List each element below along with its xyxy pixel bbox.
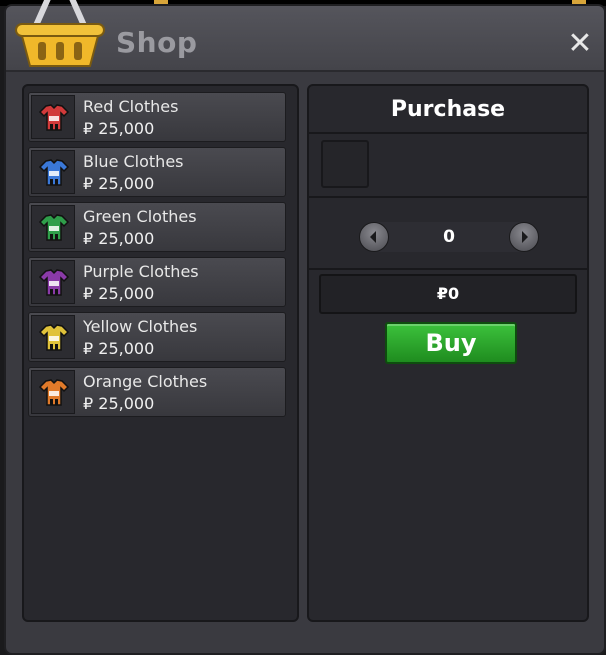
purchase-panel: Purchase 0 ₽0 Buy [307,84,589,622]
chevron-right-icon [522,231,528,243]
selected-item-slot [321,140,369,188]
item-name: Orange Clothes [83,372,208,391]
item-name: Purple Clothes [83,262,199,281]
shirt-icon [38,324,70,351]
item-price: ₽ 25,000 [83,174,155,193]
shirt-icon [38,159,70,186]
item-name: Green Clothes [83,207,197,226]
item-thumbnail [31,315,75,359]
shop-item[interactable]: Yellow Clothes ₽ 25,000 [28,312,286,362]
shirt-icon [38,214,70,241]
item-price: ₽ 25,000 [83,284,155,303]
shirt-icon [38,269,70,296]
decrease-quantity-button[interactable] [359,222,389,252]
shop-window: Shop ✕ Red Clothes ₽ 25,000 Blue Clothes ₽ … [4,4,606,655]
item-price: ₽ 25,000 [83,119,155,138]
shop-item[interactable]: Red Clothes ₽ 25,000 [28,92,286,142]
shirt-icon [38,379,70,406]
purchase-header: Purchase [309,86,587,134]
item-price: ₽ 25,000 [83,229,155,248]
window-title: Shop [116,26,198,59]
item-thumbnail [31,370,75,414]
item-list-panel: Red Clothes ₽ 25,000 Blue Clothes ₽ 25,000 G… [22,84,299,622]
item-price: ₽ 25,000 [83,339,155,358]
item-name: Yellow Clothes [83,317,198,336]
item-thumbnail [31,260,75,304]
shop-item[interactable]: Orange Clothes ₽ 25,000 [28,367,286,417]
shopping-basket-icon [15,0,105,67]
shop-item[interactable]: Purple Clothes ₽ 25,000 [28,257,286,307]
item-name: Blue Clothes [83,152,184,171]
chevron-left-icon [370,231,376,243]
total-price: ₽0 [319,274,577,314]
item-thumbnail [31,95,75,139]
shop-item[interactable]: Blue Clothes ₽ 25,000 [28,147,286,197]
selected-item-row [309,134,587,198]
item-name: Red Clothes [83,97,179,116]
shirt-icon [38,104,70,131]
buy-button[interactable]: Buy [385,322,517,364]
item-price: ₽ 25,000 [83,394,155,413]
increase-quantity-button[interactable] [509,222,539,252]
close-button[interactable]: ✕ [566,29,594,59]
quantity-row: 0 [309,204,587,270]
item-thumbnail [31,150,75,194]
item-thumbnail [31,205,75,249]
shop-item[interactable]: Green Clothes ₽ 25,000 [28,202,286,252]
